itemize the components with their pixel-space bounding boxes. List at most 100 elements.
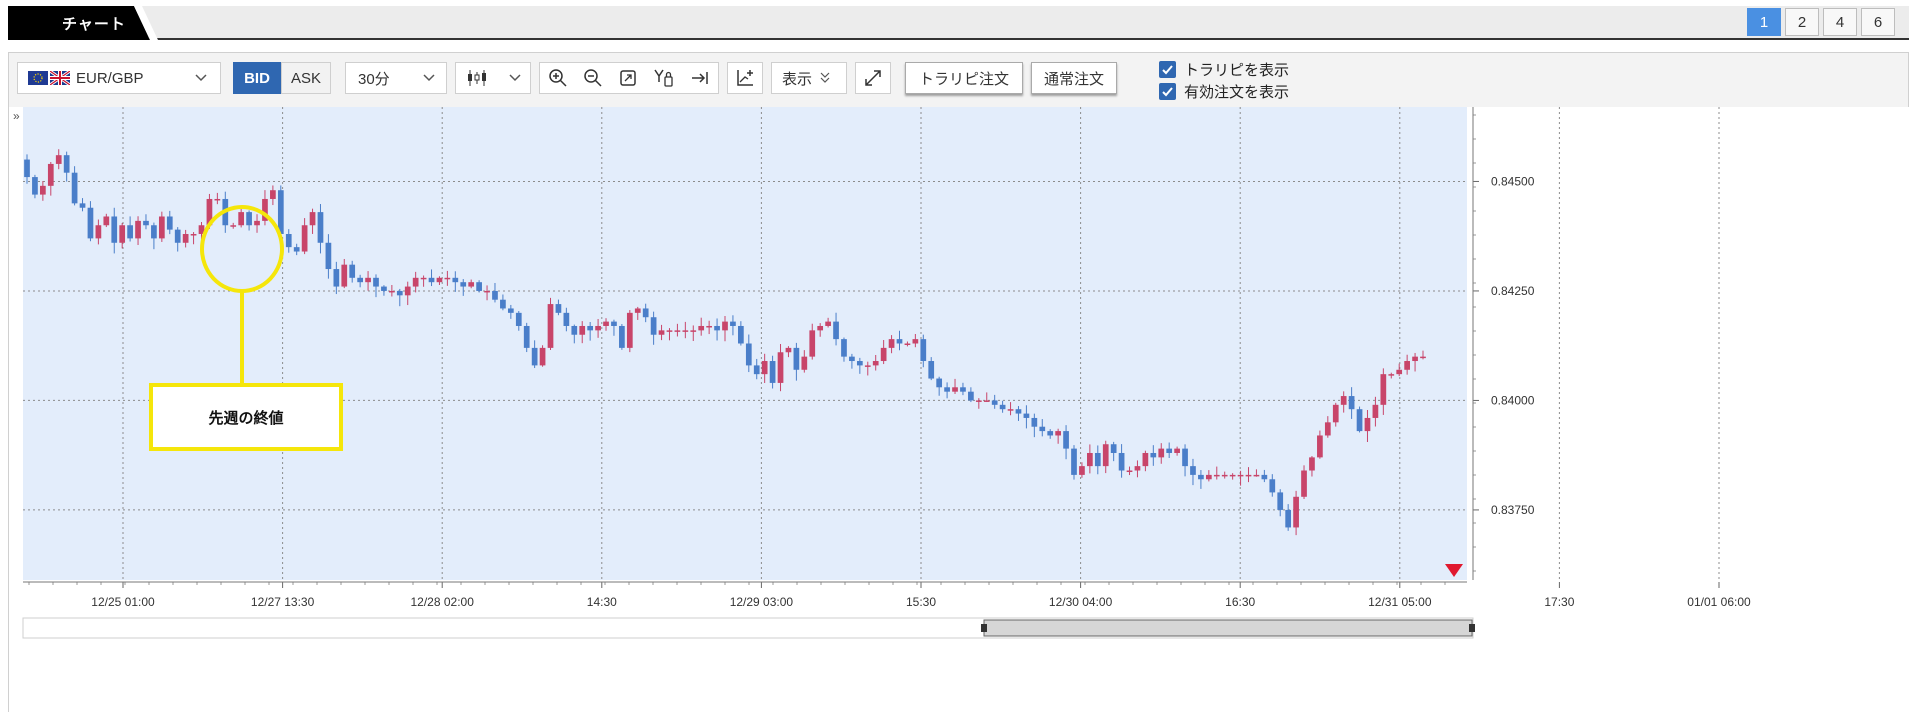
candle-body: [833, 321, 839, 340]
candle-body: [1071, 448, 1077, 475]
checkbox-checked-icon: [1159, 83, 1176, 100]
candle-body: [1142, 452, 1149, 467]
candle-body: [706, 325, 712, 328]
candle-body: [650, 317, 657, 335]
candle-body: [1102, 444, 1109, 467]
chart-toolbar: EUR/GBP BID ASK 30分 表示 トラリピ注文 通常注文 トラリピを…: [9, 53, 1908, 107]
candle-body: [143, 220, 149, 226]
layout-4-button[interactable]: 4: [1823, 8, 1857, 36]
candle-body: [468, 282, 475, 287]
show-active-orders-label: 有効注文を表示: [1184, 84, 1290, 101]
range-handle-right[interactable]: [1469, 624, 1475, 632]
candle-body: [349, 264, 356, 278]
candle-body: [1063, 431, 1069, 449]
candle-body: [1221, 474, 1228, 477]
candle-body: [571, 325, 578, 335]
interval-select[interactable]: 30分: [345, 62, 447, 94]
candle-body: [1118, 452, 1125, 471]
tab-chart[interactable]: チャート: [8, 6, 166, 40]
candle[interactable]: [1356, 406, 1363, 433]
layout-1-button[interactable]: 1: [1747, 8, 1781, 36]
candle-body: [1039, 426, 1046, 432]
show-trail-checkbox[interactable]: トラリピを表示: [1159, 59, 1289, 80]
candle-body: [135, 220, 141, 239]
x-axis-tick-label: 12/28 02:00: [410, 595, 474, 609]
y-axis-tick-label: 0.84000: [1491, 393, 1535, 407]
candle-body: [1174, 448, 1180, 453]
scroll-to-latest-icon[interactable]: [690, 68, 710, 88]
candle-body: [1301, 470, 1307, 497]
candle-body: [864, 365, 871, 367]
candle-body: [32, 177, 38, 195]
candle[interactable]: [523, 322, 530, 353]
zoom-reset-icon[interactable]: [618, 68, 638, 88]
candle-body: [611, 321, 617, 326]
symbol-label: EUR/GBP: [76, 69, 144, 87]
candle-body: [1364, 417, 1371, 432]
candle-body: [920, 339, 927, 362]
symbol-select[interactable]: EUR/GBP: [17, 62, 221, 94]
candle[interactable]: [539, 345, 546, 367]
candle-body: [270, 190, 276, 199]
candle-body: [753, 365, 760, 375]
candle[interactable]: [619, 324, 625, 350]
zoom-out-icon[interactable]: [583, 68, 603, 88]
fullscreen-button[interactable]: [855, 62, 891, 94]
candle-body: [817, 325, 824, 331]
candle[interactable]: [626, 310, 633, 353]
show-active-orders-checkbox[interactable]: 有効注文を表示: [1159, 81, 1289, 102]
chart-type-select[interactable]: [455, 62, 531, 94]
candle-body: [500, 299, 506, 309]
candle-body: [103, 216, 110, 226]
candle-body: [682, 330, 689, 332]
candle-body: [1110, 444, 1117, 453]
candle-body: [389, 290, 395, 293]
candle-body: [1404, 361, 1410, 370]
candle[interactable]: [547, 297, 554, 351]
candle-body: [563, 312, 570, 326]
y-axis-scale-icon[interactable]: [653, 68, 675, 88]
candle-body: [999, 404, 1006, 410]
candle-body: [531, 347, 538, 366]
candle-body: [856, 361, 863, 366]
candle-body: [547, 304, 554, 348]
ask-button[interactable]: ASK: [281, 62, 331, 94]
candle-body: [1055, 431, 1061, 436]
candle-body: [174, 229, 181, 243]
candle-body: [1182, 448, 1188, 467]
expand-icon: [865, 70, 881, 86]
display-menu[interactable]: 表示: [771, 62, 847, 94]
chevron-down-icon: [423, 74, 435, 82]
candle-body: [1134, 466, 1141, 471]
range-handle-left[interactable]: [981, 624, 987, 632]
candle-body: [404, 286, 411, 296]
candle-body: [587, 325, 594, 331]
candle-body: [936, 378, 943, 388]
candle-body: [40, 185, 46, 195]
candle-body: [983, 400, 990, 402]
candle-body: [452, 277, 459, 283]
candle-body: [1356, 409, 1363, 432]
candle-body: [1213, 474, 1220, 477]
candle-body: [1253, 474, 1260, 477]
candle-body: [674, 330, 681, 332]
normal-order-button[interactable]: 通常注文: [1031, 62, 1117, 94]
double-chevron-down-icon: [820, 72, 830, 83]
candle-body: [896, 339, 903, 344]
chart-area[interactable]: » « 12/25 01:0012/27 13:3012/28 02:0014:…: [9, 107, 1910, 713]
candle-body: [1388, 374, 1395, 376]
candle-body: [1309, 457, 1315, 471]
zoom-in-icon[interactable]: [548, 68, 568, 88]
candle-body: [968, 391, 974, 401]
bid-button[interactable]: BID: [233, 62, 281, 94]
layout-2-button[interactable]: 2: [1785, 8, 1819, 36]
candlestick-chart[interactable]: 12/25 01:00 12/27 13:30 12/28 02:00 14:30 12…: [9, 107, 1908, 713]
range-navigator-window[interactable]: [983, 619, 1473, 637]
layout-6-button[interactable]: 6: [1861, 8, 1895, 36]
add-indicator-button[interactable]: [727, 62, 763, 94]
candle[interactable]: [1071, 445, 1077, 480]
candle-body: [1277, 492, 1284, 510]
interval-label: 30分: [358, 70, 390, 88]
trail-order-button[interactable]: トラリピ注文: [905, 62, 1023, 94]
x-axis-tick-label: 16:30: [1225, 595, 1255, 609]
